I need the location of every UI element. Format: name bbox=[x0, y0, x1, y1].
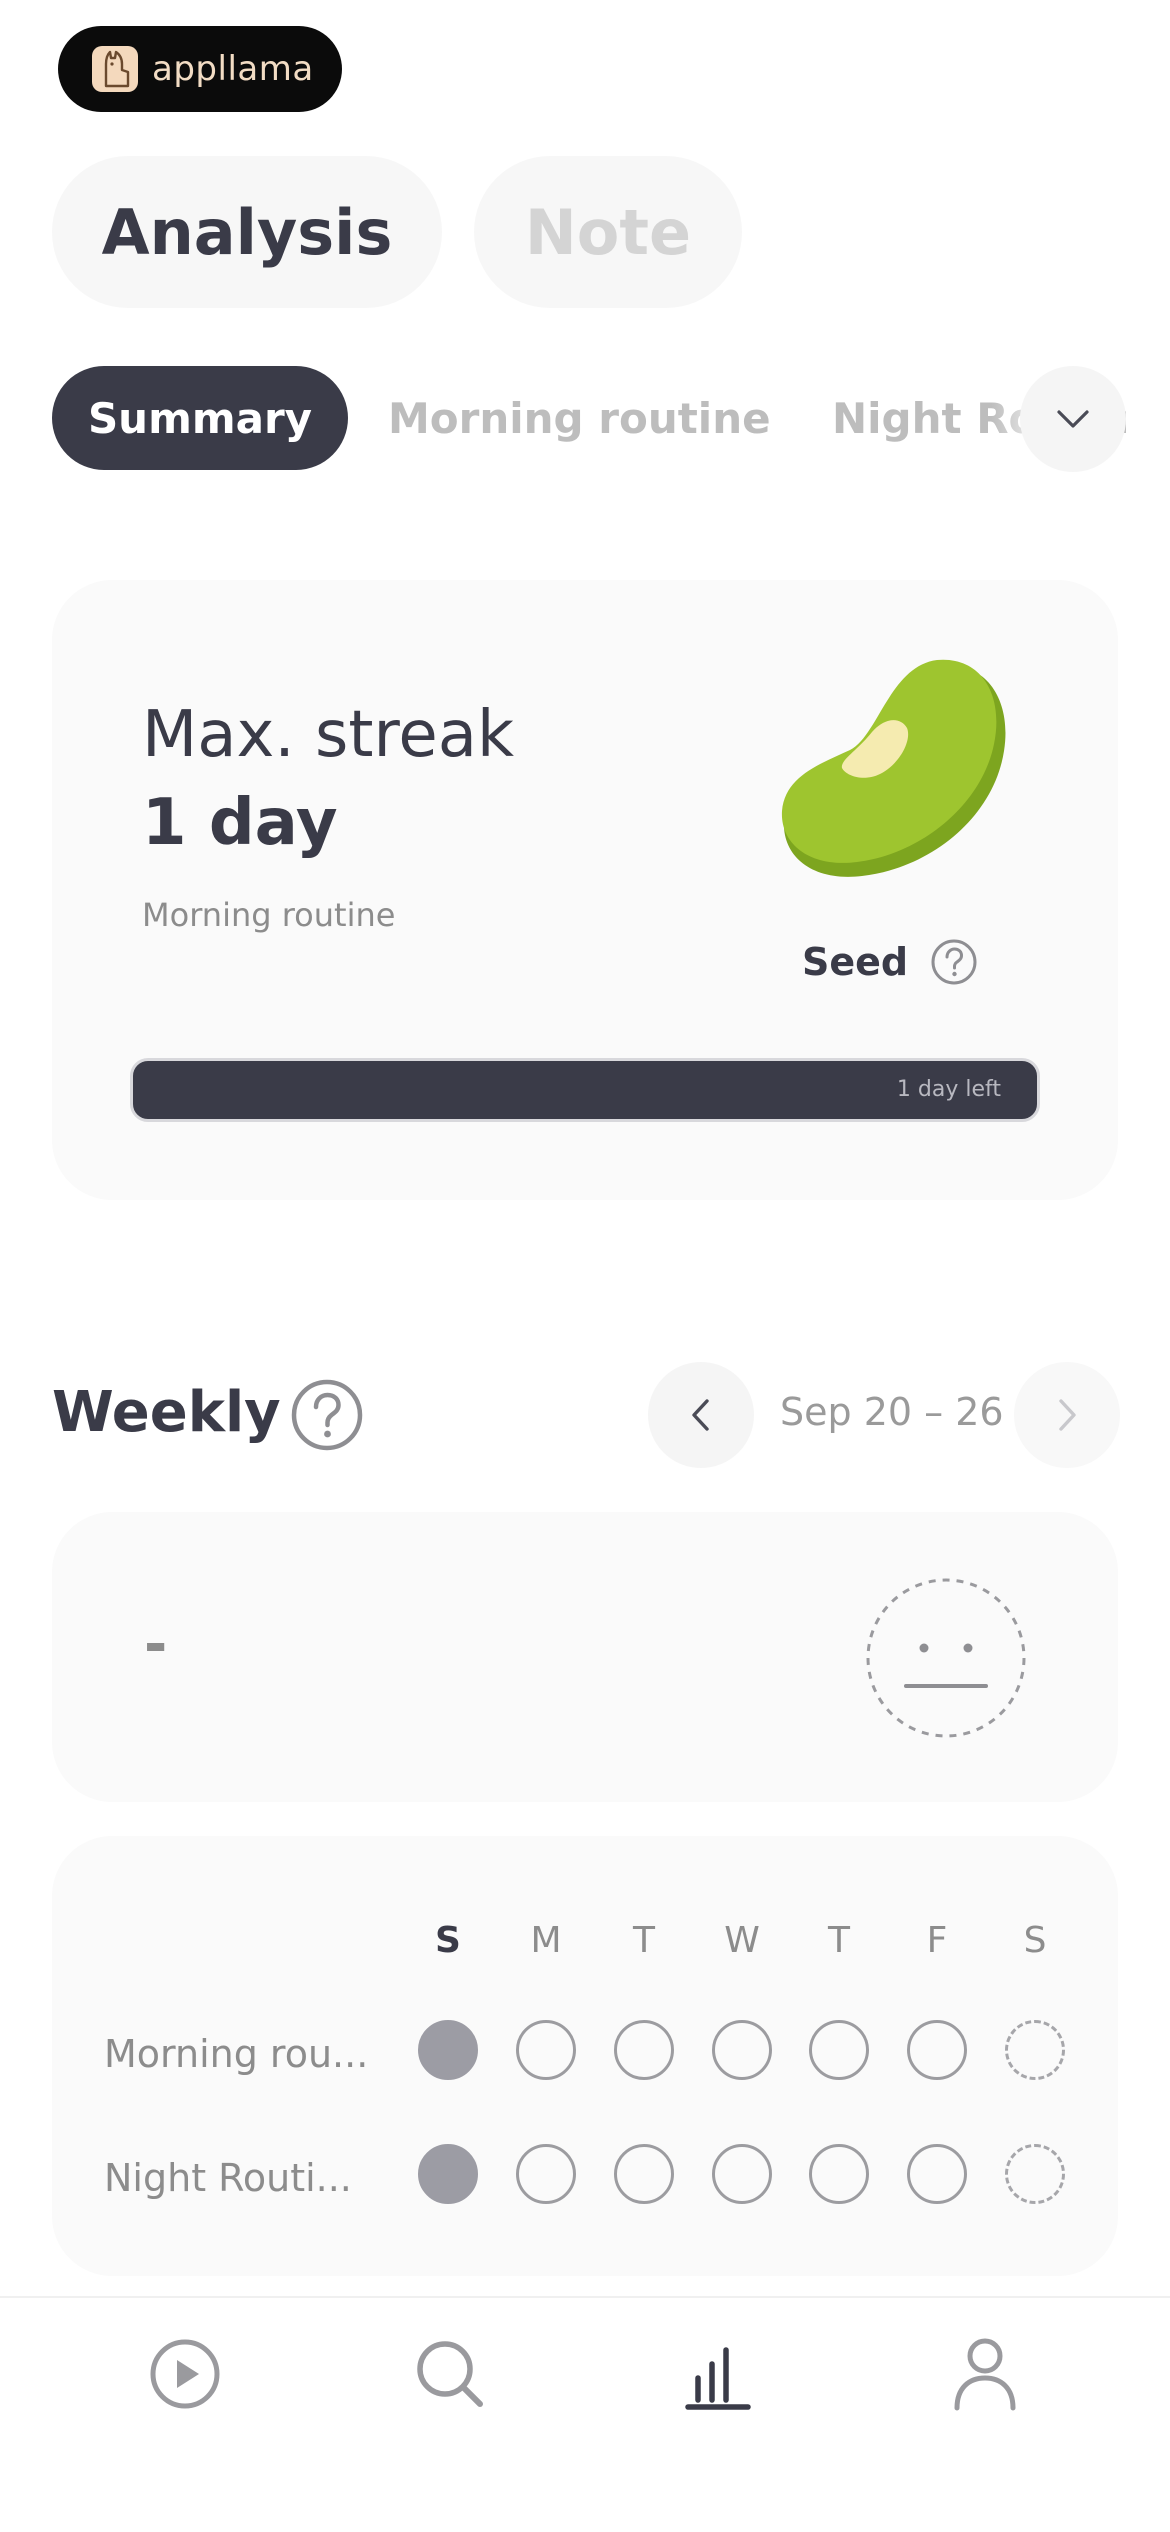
habit-day-dot[interactable] bbox=[418, 2020, 478, 2080]
tab-note[interactable]: Note bbox=[474, 156, 742, 308]
habit-day-dot[interactable] bbox=[418, 2144, 478, 2204]
mood-value: - bbox=[144, 1612, 168, 1677]
weekly-habit-grid: S M T W T F S Morning rou... Night Routi… bbox=[52, 1836, 1118, 2276]
seed-icon bbox=[781, 659, 1006, 877]
habit-day-dot[interactable] bbox=[809, 2144, 869, 2204]
day-header-thu: T bbox=[828, 1920, 850, 1961]
streak-title: Max. streak bbox=[142, 698, 514, 772]
seed-stage-text: Seed bbox=[802, 940, 909, 984]
logo-text: appllama bbox=[152, 49, 314, 89]
weekly-mood-card: - bbox=[52, 1512, 1118, 1802]
nav-analysis[interactable] bbox=[678, 2334, 758, 2414]
day-header-sun: S bbox=[435, 1920, 461, 1961]
question-icon[interactable] bbox=[290, 1378, 364, 1452]
habit-day-dot[interactable] bbox=[907, 2144, 967, 2204]
next-week-button[interactable] bbox=[1014, 1362, 1120, 1468]
day-header-mon: M bbox=[530, 1920, 562, 1961]
habit-day-dot[interactable] bbox=[907, 2020, 967, 2080]
chevron-right-icon bbox=[1059, 1399, 1076, 1431]
weekly-title: Weekly bbox=[52, 1380, 281, 1445]
search-icon bbox=[417, 2341, 483, 2407]
nav-play[interactable] bbox=[145, 2334, 225, 2414]
habit-row-label: Night Routi... bbox=[104, 2156, 352, 2200]
sub-tab-bar: Summary Morning routine Night Routine bbox=[52, 366, 1126, 470]
question-icon[interactable] bbox=[930, 938, 978, 986]
habit-day-dot[interactable] bbox=[1005, 2020, 1065, 2080]
habit-day-dot[interactable] bbox=[614, 2144, 674, 2204]
chevron-down-icon bbox=[1057, 410, 1089, 428]
streak-progress-bar: 1 day left bbox=[130, 1058, 1040, 1122]
llama-icon bbox=[92, 46, 138, 92]
chevron-left-icon bbox=[692, 1399, 709, 1431]
habit-day-dot[interactable] bbox=[614, 2020, 674, 2080]
streak-value: 1 day bbox=[142, 786, 338, 860]
habit-day-dot[interactable] bbox=[1005, 2144, 1065, 2204]
habit-day-dot[interactable] bbox=[516, 2020, 576, 2080]
nav-search[interactable] bbox=[410, 2334, 490, 2414]
app-logo: appllama bbox=[58, 26, 342, 112]
habit-day-dot[interactable] bbox=[516, 2144, 576, 2204]
bottom-navigation bbox=[0, 2296, 1170, 2532]
week-date-range: Sep 20 – 26 bbox=[780, 1390, 1004, 1434]
bar-chart-icon bbox=[685, 2347, 751, 2410]
nav-profile[interactable] bbox=[945, 2334, 1025, 2414]
seed-stage-label: Seed bbox=[802, 938, 978, 986]
day-header-wed: W bbox=[724, 1920, 760, 1961]
day-header-tue: T bbox=[633, 1920, 655, 1961]
tab-analysis[interactable]: Analysis bbox=[52, 156, 442, 308]
streak-card: Max. streak 1 day Morning routine Seed 1… bbox=[52, 580, 1118, 1200]
subtab-summary[interactable]: Summary bbox=[52, 366, 348, 470]
profile-icon bbox=[954, 2338, 1016, 2411]
play-icon bbox=[150, 2339, 220, 2409]
habit-day-dot[interactable] bbox=[809, 2020, 869, 2080]
habit-day-dot[interactable] bbox=[712, 2020, 772, 2080]
habit-row-label: Morning rou... bbox=[104, 2032, 369, 2076]
subtab-morning-routine[interactable]: Morning routine bbox=[388, 366, 771, 470]
neutral-face-icon bbox=[866, 1578, 1026, 1738]
day-header-fri: F bbox=[926, 1920, 948, 1961]
streak-routine: Morning routine bbox=[142, 896, 396, 934]
day-header-sat: S bbox=[1023, 1920, 1047, 1961]
progress-text: 1 day left bbox=[896, 1077, 1001, 1102]
previous-week-button[interactable] bbox=[648, 1362, 754, 1468]
habit-day-dot[interactable] bbox=[712, 2144, 772, 2204]
subtab-dropdown-button[interactable] bbox=[1020, 366, 1126, 472]
